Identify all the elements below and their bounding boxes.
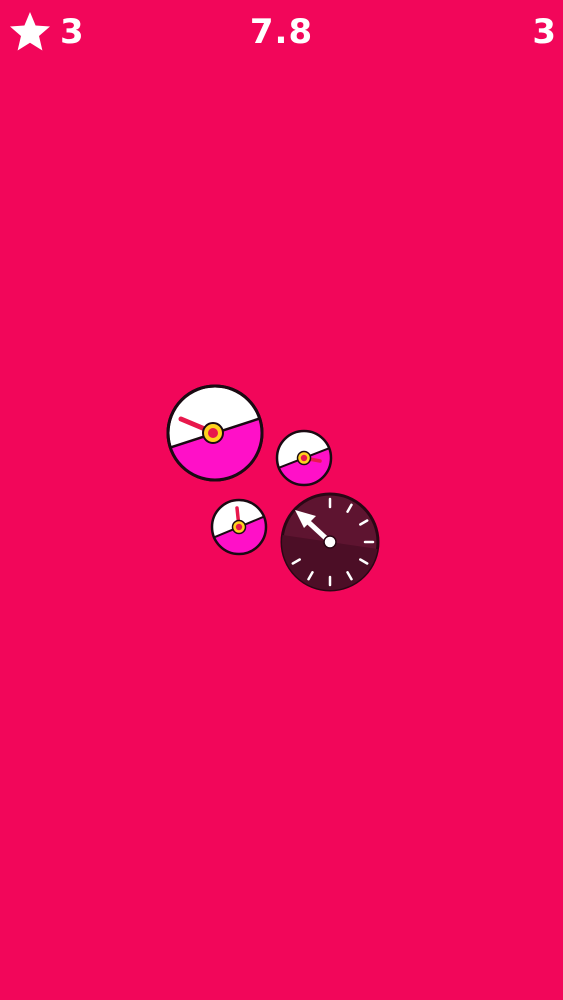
game-board <box>166 384 380 592</box>
small-dial-right[interactable] <box>275 429 333 487</box>
game-screen: 3 7.8 3 <box>0 0 563 1000</box>
small-dial-bottom[interactable] <box>210 498 268 556</box>
active-dial-hub <box>323 535 337 549</box>
active-dial[interactable] <box>280 492 380 592</box>
large-dial[interactable] <box>166 384 264 482</box>
